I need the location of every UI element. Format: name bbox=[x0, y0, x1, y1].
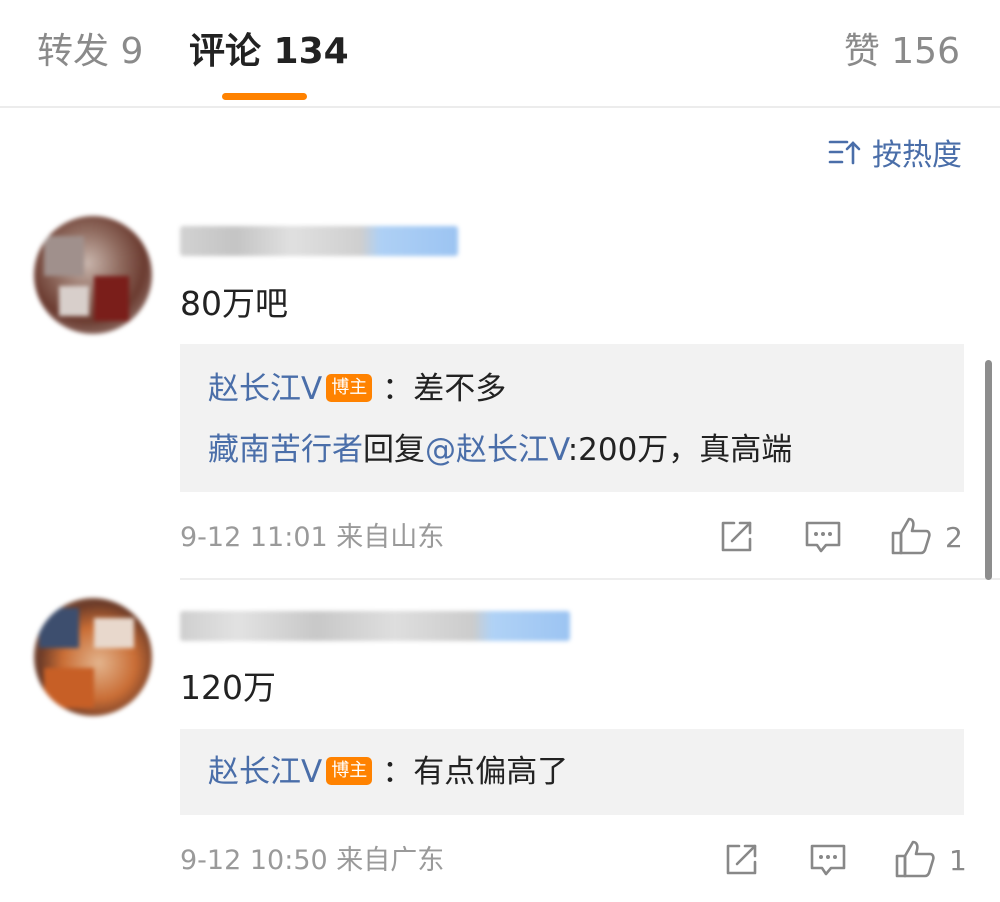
share-icon[interactable] bbox=[723, 842, 759, 878]
reply-user-link[interactable]: 藏南苦行者 bbox=[208, 432, 363, 468]
active-tab-indicator bbox=[222, 93, 307, 100]
reply-user-link[interactable]: 赵长江V bbox=[208, 754, 322, 790]
tab-likes[interactable]: 赞 156 bbox=[844, 28, 960, 76]
reply-item: 赵长江V 博主 ：有点偏高了 bbox=[208, 751, 568, 793]
comment-meta: 9-12 11:01 来自山东 bbox=[180, 522, 445, 553]
author-badge: 博主 bbox=[326, 757, 373, 785]
reply-item: 赵长江V 博主 ：差不多 bbox=[208, 368, 506, 410]
reply-text: 差不多 bbox=[413, 371, 507, 407]
reply-user-link[interactable]: 赵长江V bbox=[208, 371, 322, 407]
tab-divider bbox=[0, 106, 1000, 108]
tab-bar: 转发 9 评论 134 赞 156 bbox=[0, 0, 1000, 106]
blurred-username[interactable] bbox=[180, 611, 570, 641]
scrollbar[interactable] bbox=[985, 360, 992, 580]
reply-item: 藏南苦行者回复@赵长江V:200万，真高端 bbox=[208, 429, 792, 471]
reply-separator: ： bbox=[382, 371, 414, 407]
comment-divider bbox=[180, 578, 1000, 580]
comment-icon[interactable] bbox=[804, 519, 842, 555]
tab-repost[interactable]: 转发 9 bbox=[37, 28, 143, 76]
blurred-username[interactable] bbox=[180, 226, 458, 256]
comment-meta: 9-12 10:50 来自广东 bbox=[180, 845, 445, 876]
comment-icon[interactable] bbox=[809, 842, 847, 878]
sort-button[interactable]: 按热度 bbox=[828, 132, 962, 173]
author-badge: 博主 bbox=[326, 374, 373, 402]
tab-comments[interactable]: 评论 134 bbox=[189, 28, 349, 76]
like-icon[interactable] bbox=[894, 839, 936, 879]
sort-icon bbox=[828, 140, 861, 165]
comment-text: 80万吧 bbox=[180, 284, 288, 323]
comment-text: 120万 bbox=[180, 668, 276, 707]
like-count: 2 bbox=[945, 521, 963, 554]
avatar[interactable] bbox=[34, 216, 152, 334]
share-icon[interactable] bbox=[718, 519, 754, 555]
reply-box[interactable]: 赵长江V 博主 ：有点偏高了 bbox=[180, 729, 964, 815]
like-icon[interactable] bbox=[890, 516, 932, 556]
reply-connector: 回复 bbox=[363, 432, 425, 468]
like-count: 1 bbox=[949, 844, 967, 877]
reply-box[interactable]: 赵长江V 博主 ：差不多 藏南苦行者回复@赵长江V:200万，真高端 bbox=[180, 344, 964, 492]
reply-separator: ： bbox=[382, 754, 414, 790]
reply-text: :200万，真高端 bbox=[567, 432, 793, 468]
avatar[interactable] bbox=[34, 598, 152, 716]
reply-mention-link[interactable]: @赵长江V bbox=[425, 432, 568, 468]
sort-label: 按热度 bbox=[872, 138, 962, 173]
reply-text: 有点偏高了 bbox=[413, 754, 569, 790]
